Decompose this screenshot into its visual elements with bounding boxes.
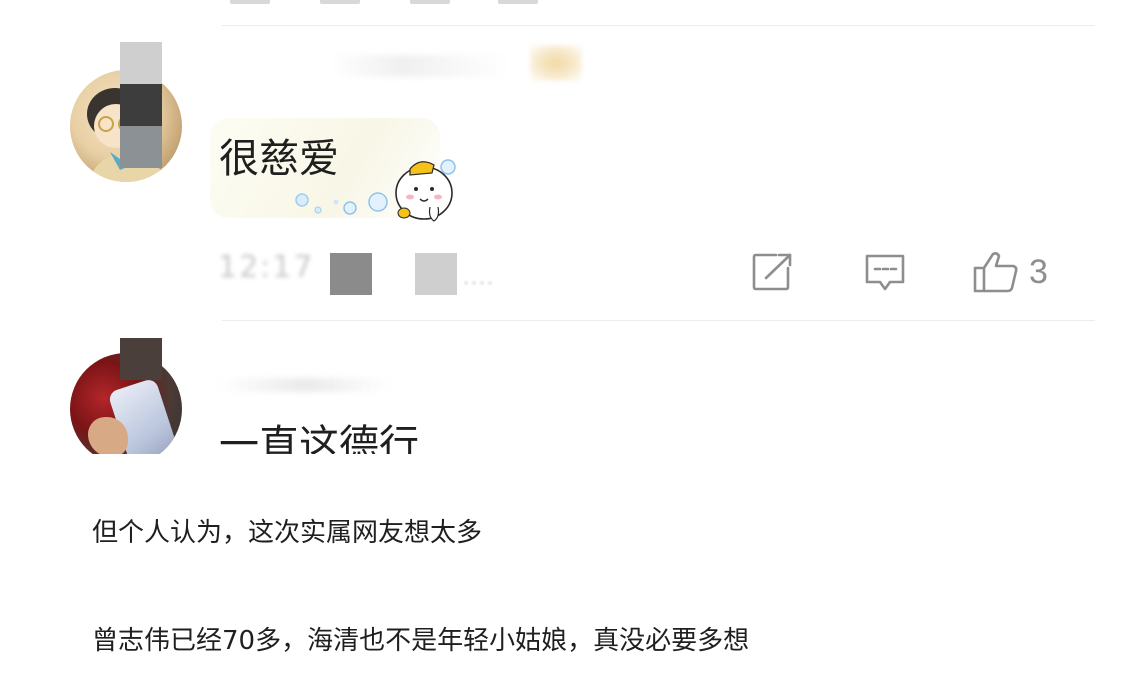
comment-text: 一直这德行 (219, 422, 419, 454)
privacy-mosaic (415, 253, 457, 295)
like-button[interactable]: 3 (973, 250, 1048, 294)
cropped-toolbar (230, 0, 550, 6)
comment-button[interactable] (864, 250, 906, 294)
page: 很慈爱 12:17 3 一直这德行 但个人认为，这次实属网友想太多 曾志伟已经7… (0, 0, 1126, 685)
share-icon (752, 253, 792, 291)
like-count: 3 (1029, 253, 1048, 291)
privacy-mosaic (120, 126, 162, 168)
share-button[interactable] (752, 250, 794, 294)
thumbs-up-icon (973, 252, 1018, 293)
bubble-emoji-sticker (295, 159, 456, 222)
username-blurred[interactable] (220, 378, 390, 392)
comment-crop: 一直这德行 (210, 405, 510, 454)
comment-icon (865, 254, 905, 291)
article-paragraph: 曾志伟已经70多，海清也不是年轻小姑娘，真没必要多想 (92, 626, 750, 656)
user-badge-blurred (530, 45, 582, 81)
timestamp-blurred: 12:17 (218, 250, 315, 285)
location-blurred (462, 280, 492, 286)
article-paragraph: 但个人认为，这次实属网友想太多 (92, 518, 483, 548)
privacy-mosaic (120, 338, 162, 380)
privacy-mosaic (330, 253, 372, 295)
username-blurred[interactable] (330, 55, 510, 77)
divider-comments (222, 320, 1095, 321)
divider-top (222, 25, 1095, 26)
privacy-mosaic (120, 84, 162, 126)
privacy-mosaic (120, 42, 162, 84)
